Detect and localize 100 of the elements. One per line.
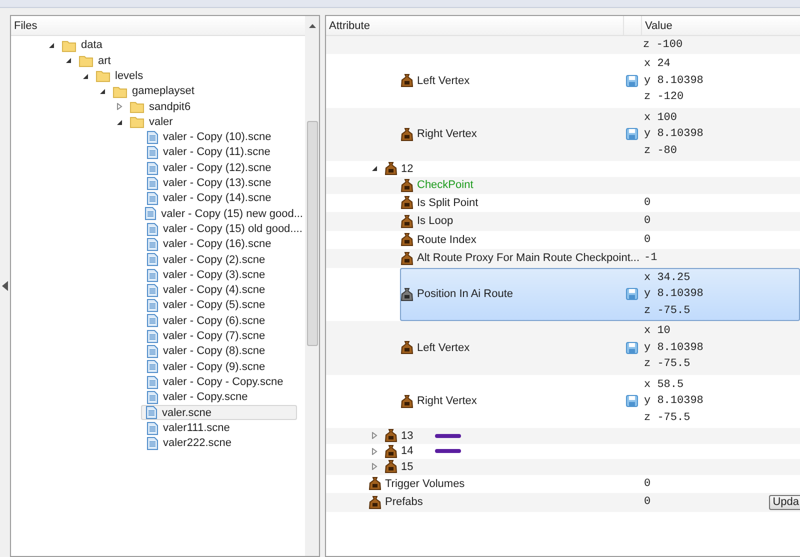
folder-item[interactable]: art <box>78 53 113 68</box>
document-icon <box>146 406 157 420</box>
document-icon <box>147 376 158 389</box>
sack-icon <box>401 288 413 301</box>
document-icon <box>147 176 158 190</box>
folder-item[interactable]: valer <box>129 114 175 130</box>
attribute-label: 15 <box>401 460 414 474</box>
attribute-row[interactable]: Is Split Point 0 <box>400 194 800 212</box>
collapsed-arrow-icon[interactable] <box>371 448 378 455</box>
attribute-label: Route Index <box>417 232 476 248</box>
folder-icon <box>113 86 127 98</box>
attribute-label: Right Vertex <box>417 394 477 409</box>
attribute-label: Right Vertex <box>417 127 477 142</box>
expanded-arrow-icon[interactable] <box>116 118 123 126</box>
file-item[interactable]: valer - Copy (4).scne <box>146 282 268 298</box>
attribute-label: 12 <box>401 162 414 176</box>
document-icon <box>147 268 158 282</box>
collapsed-arrow-icon[interactable] <box>116 103 123 110</box>
folder-item[interactable]: levels <box>95 68 146 84</box>
scrollbar-thumb[interactable] <box>306 121 318 346</box>
sack-icon <box>385 444 397 458</box>
file-item[interactable]: valer - Copy (11).scne <box>146 145 272 160</box>
value-text: -1 <box>644 251 658 266</box>
file-item[interactable]: valer.scne <box>141 405 297 420</box>
value-text: z -100 <box>643 38 683 53</box>
expanded-arrow-icon[interactable] <box>48 42 55 50</box>
save-icon <box>626 288 638 300</box>
document-icon <box>147 146 158 160</box>
sack-icon <box>401 341 413 354</box>
file-item[interactable]: valer - Copy - Copy.scne <box>146 374 286 390</box>
file-item[interactable]: valer - Copy (15) old good.... <box>146 222 304 237</box>
document-icon <box>147 130 158 144</box>
file-item[interactable]: valer111.scne <box>146 420 232 436</box>
sack-icon <box>401 178 413 192</box>
sack-icon <box>385 460 397 474</box>
document-icon <box>147 314 158 328</box>
file-item[interactable]: valer - Copy (13).scne <box>146 176 274 191</box>
file-item[interactable]: valer - Copy (6).scne <box>146 313 268 328</box>
file-item[interactable]: valer - Copy (2).scne <box>146 252 268 268</box>
attribute-label: Is Loop <box>417 214 454 229</box>
collapsed-arrow-icon[interactable] <box>371 432 378 440</box>
folder-item[interactable]: gameplayset <box>112 84 196 100</box>
attribute-row[interactable]: Right Vertex x 58.5 y 8.10398 z -75.5 <box>400 374 800 428</box>
folder-icon <box>130 116 144 128</box>
file-item[interactable]: valer - Copy (10).scne <box>146 130 274 145</box>
value-text: y 8.10398 <box>644 340 704 356</box>
document-icon <box>147 284 158 297</box>
value-text: z -75.5 <box>644 410 692 426</box>
value-text: 0 <box>644 214 651 229</box>
file-item[interactable]: valer - Copy (5).scne <box>146 298 268 314</box>
value-text: x 24 <box>644 57 672 72</box>
column-header[interactable]: Value <box>642 16 800 35</box>
file-item[interactable]: valer - Copy.scne <box>146 390 250 405</box>
folder-icon <box>96 70 110 82</box>
file-item[interactable]: valer - Copy (14).scne <box>146 191 274 206</box>
file-item[interactable]: valer222.scne <box>146 436 234 451</box>
document-icon <box>147 222 158 236</box>
folder-item[interactable]: data <box>61 38 104 54</box>
attribute-label: Left Vertex <box>417 340 470 356</box>
attribute-row[interactable]: Trigger Volumes 0 <box>368 474 800 493</box>
file-item[interactable]: valer - Copy (9).scne <box>146 359 268 374</box>
scroll-up-icon[interactable] <box>305 16 319 36</box>
attribute-row[interactable]: Route Index 0 <box>400 230 800 249</box>
file-item[interactable]: valer - Copy (8).scne <box>146 344 268 360</box>
attribute-label: Is Split Point <box>417 196 478 210</box>
document-icon <box>147 238 158 251</box>
value-text: 0 <box>644 232 651 248</box>
save-icon <box>626 74 638 87</box>
document-icon <box>147 345 158 358</box>
folder-icon <box>130 100 144 113</box>
expanded-arrow-icon[interactable] <box>99 88 106 96</box>
file-item[interactable]: valer - Copy (3).scne <box>146 268 268 283</box>
update-button[interactable]: Upda <box>768 494 800 510</box>
file-item[interactable]: valer - Copy (16).scne <box>146 237 274 252</box>
value-text: x 34.25 <box>644 270 692 286</box>
value-text: y 8.10398 <box>644 74 704 88</box>
expanded-arrow-icon[interactable] <box>82 72 89 80</box>
file-item[interactable]: valer - Copy (15) new good... <box>144 206 305 222</box>
value-text: y 8.10398 <box>644 127 704 142</box>
folder-icon <box>62 40 76 52</box>
attribute-label: Prefabs <box>385 495 423 510</box>
attribute-row[interactable]: 12 <box>384 161 800 176</box>
sack-icon <box>401 394 413 408</box>
column-header[interactable]: Attribute <box>326 16 624 35</box>
attribute-label: Left Vertex <box>417 74 470 88</box>
document-icon <box>147 330 158 343</box>
collapsed-arrow-icon[interactable] <box>371 463 378 470</box>
file-item[interactable]: valer - Copy (12).scne <box>146 160 274 176</box>
sack-icon <box>401 74 413 88</box>
file-item[interactable]: valer - Copy (7).scne <box>146 328 268 344</box>
expanded-arrow-icon[interactable] <box>65 57 72 64</box>
value-text: z -80 <box>644 144 678 158</box>
collapse-arrow-icon[interactable] <box>2 281 8 291</box>
expanded-arrow-icon[interactable] <box>371 165 378 172</box>
value-text: 0 <box>644 476 651 492</box>
document-icon <box>147 390 158 404</box>
attribute-row[interactable]: 14 <box>384 444 800 459</box>
save-icon <box>626 342 638 354</box>
folder-item[interactable]: sandpit6 <box>129 99 193 114</box>
save-icon <box>626 395 638 408</box>
